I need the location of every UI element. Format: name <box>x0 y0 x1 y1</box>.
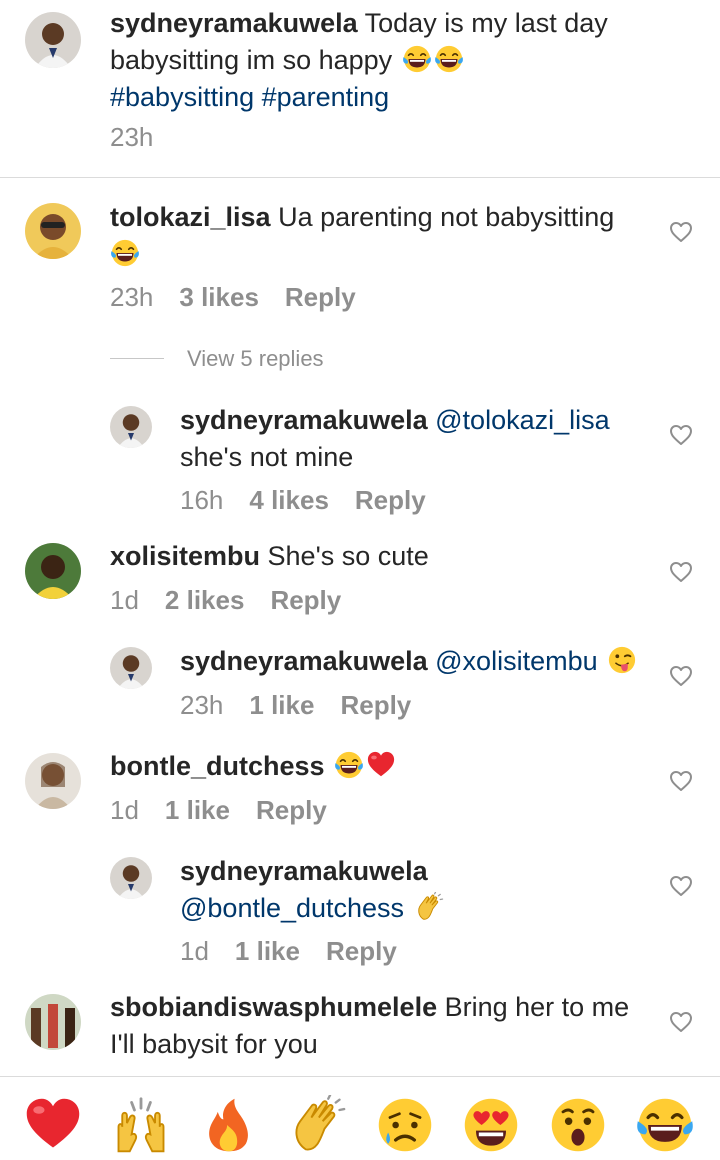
heart-eyes-icon[interactable] <box>461 1095 521 1155</box>
comment-username[interactable]: sydneyramakuwela <box>180 405 428 435</box>
comment-meta: 1d 1 like Reply <box>110 795 353 825</box>
clapping-hands-icon[interactable] <box>287 1095 347 1155</box>
avatar[interactable] <box>25 543 81 599</box>
comment-text: sydneyramakuwela @xolisitembu <box>180 643 660 680</box>
mention[interactable]: @tolokazi_lisa <box>428 405 610 435</box>
comment-time: 23h <box>180 690 224 720</box>
comment-body: she's not mine <box>180 442 354 472</box>
comment-username[interactable]: xolisitembu <box>110 541 260 571</box>
comment-body: Ua parenting not babysitting <box>270 202 615 232</box>
comment-text: xolisitembu She's so cute <box>110 538 650 575</box>
comment-username[interactable]: sydneyramakuwela <box>180 856 428 886</box>
avatar[interactable] <box>110 647 152 689</box>
likes-count[interactable]: 2 likes <box>165 585 245 615</box>
comment-time: 1d <box>110 795 139 825</box>
comment-meta: 1d 2 likes Reply <box>110 585 367 615</box>
likes-count[interactable]: 3 likes <box>179 282 259 312</box>
comment-time: 1d <box>110 585 139 615</box>
reply-button[interactable]: Reply <box>270 585 341 615</box>
comment-text: sbobiandiswasphumelele Bring her to me I… <box>110 989 660 1063</box>
tears-of-joy-emoji <box>334 750 364 780</box>
comment-meta: 23h 1 like Reply <box>180 690 437 720</box>
caption-hashtags[interactable]: #babysitting #parenting <box>110 82 389 112</box>
like-heart-icon[interactable] <box>669 875 693 897</box>
caption-avatar[interactable] <box>25 12 81 68</box>
reply-button[interactable]: Reply <box>355 485 426 515</box>
divider-line <box>110 358 164 359</box>
comment-username[interactable]: tolokazi_lisa <box>110 202 271 232</box>
like-heart-icon[interactable] <box>669 561 693 583</box>
comment-body: She's so cute <box>260 541 429 571</box>
view-replies-label[interactable]: View 5 replies <box>187 344 324 374</box>
red-heart-emoji <box>366 750 396 780</box>
caption-text: sydneyramakuwela Today is my last day ba… <box>110 5 670 116</box>
mention[interactable]: @xolisitembu <box>428 646 597 676</box>
tears-of-joy-icon[interactable] <box>635 1095 695 1155</box>
comment-body-line2: I'll babysit for you <box>110 1029 318 1059</box>
crying-face-icon[interactable] <box>375 1095 435 1155</box>
comment-body: Bring her to me <box>437 992 630 1022</box>
caption-username[interactable]: sydneyramakuwela <box>110 8 358 38</box>
likes-count[interactable]: 1 like <box>165 795 230 825</box>
reply-button[interactable]: Reply <box>340 690 411 720</box>
avatar[interactable] <box>110 857 152 899</box>
comment-text: sydneyramakuwela @tolokazi_lisa she's no… <box>180 402 650 476</box>
fire-icon[interactable] <box>199 1095 259 1155</box>
like-heart-icon[interactable] <box>669 221 693 243</box>
comment-text: sydneyramakuwela @bontle_dutchess <box>180 853 650 927</box>
red-heart-icon[interactable] <box>23 1095 83 1155</box>
reply-button[interactable]: Reply <box>326 936 397 966</box>
likes-count[interactable]: 4 likes <box>249 485 329 515</box>
emoji-reaction-bar <box>0 1076 720 1160</box>
comment-meta: 23h 3 likes Reply <box>110 282 382 312</box>
tears-of-joy-emoji <box>434 44 464 74</box>
avatar[interactable] <box>25 994 81 1050</box>
reply-button[interactable]: Reply <box>285 282 356 312</box>
surprised-face-icon[interactable] <box>548 1095 608 1155</box>
like-heart-icon[interactable] <box>669 770 693 792</box>
comment-username[interactable]: sbobiandiswasphumelele <box>110 992 437 1022</box>
like-heart-icon[interactable] <box>669 665 693 687</box>
comment-text: tolokazi_lisa Ua parenting not babysitti… <box>110 199 650 273</box>
avatar[interactable] <box>25 203 81 259</box>
avatar[interactable] <box>110 406 152 448</box>
comment-username[interactable]: sydneyramakuwela <box>180 646 428 676</box>
raising-hands-icon[interactable] <box>111 1095 171 1155</box>
comment-time: 23h <box>110 282 154 312</box>
comment-meta: 1d 1 like Reply <box>180 936 423 966</box>
tears-of-joy-emoji <box>110 238 140 268</box>
mention[interactable]: @bontle_dutchess <box>180 893 404 923</box>
comment-time: 1d <box>180 936 209 966</box>
winking-tongue-emoji <box>607 645 637 675</box>
clapping-hands-emoji <box>414 892 444 922</box>
comment-username[interactable]: bontle_dutchess <box>110 751 325 781</box>
avatar[interactable] <box>25 753 81 809</box>
comment-time: 16h <box>180 485 224 515</box>
like-heart-icon[interactable] <box>669 1011 693 1033</box>
comment-text: bontle_dutchess <box>110 748 650 785</box>
likes-count[interactable]: 1 like <box>249 690 314 720</box>
post-caption: sydneyramakuwela Today is my last day ba… <box>0 0 720 178</box>
tears-of-joy-emoji <box>402 44 432 74</box>
like-heart-icon[interactable] <box>669 424 693 446</box>
comment-meta: 16h 4 likes Reply <box>180 485 452 515</box>
likes-count[interactable]: 1 like <box>235 936 300 966</box>
reply-button[interactable]: Reply <box>256 795 327 825</box>
caption-time: 23h <box>110 122 154 152</box>
